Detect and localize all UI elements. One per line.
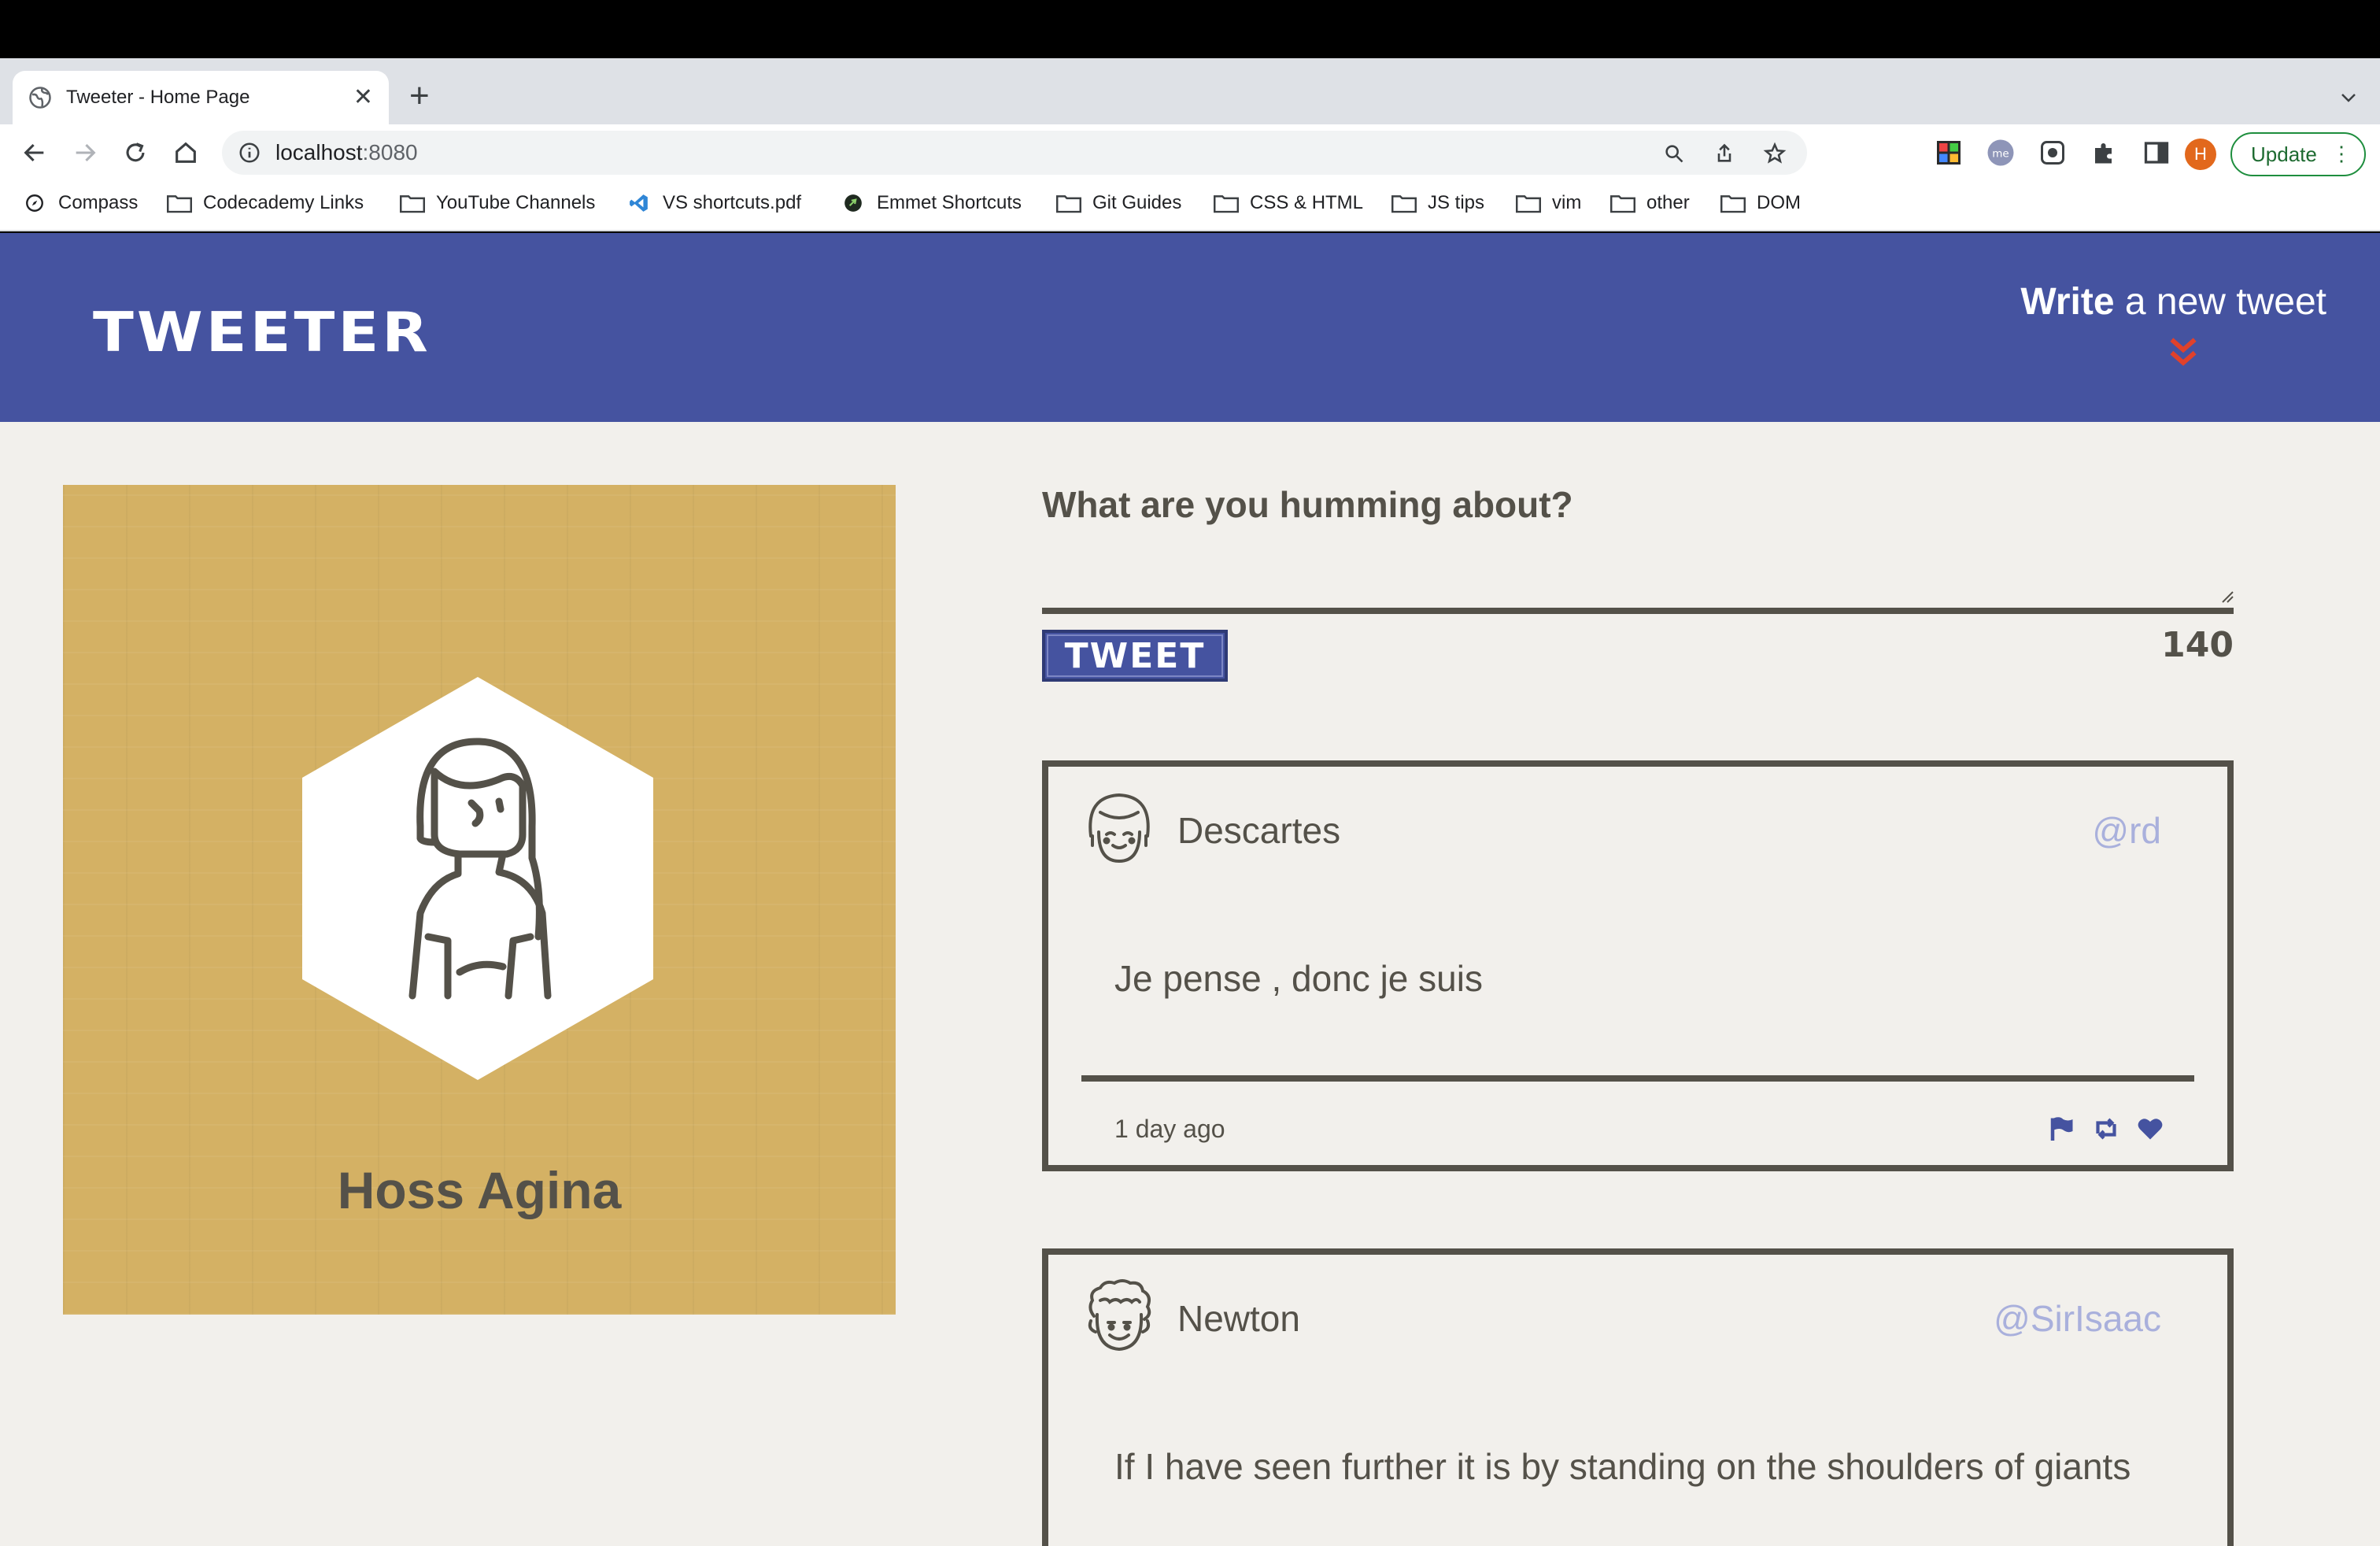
bookmark-star-icon[interactable]: [1761, 140, 1788, 167]
folder-icon: [1056, 195, 1081, 213]
update-label: Update: [2251, 142, 2317, 166]
folder-icon: [1391, 195, 1417, 213]
page-body: TWEETER Write a new tweet Hoss Agina Wha…: [0, 233, 2380, 1546]
folder-icon: [1516, 195, 1541, 213]
folder-icon: [1610, 195, 1635, 213]
side-panel-icon[interactable]: [2142, 139, 2171, 167]
reload-icon[interactable]: [120, 137, 151, 168]
tweet-text: If I have seen further it is by standing…: [1114, 1446, 2131, 1487]
site-header: TWEETER Write a new tweet: [0, 233, 2380, 422]
bookmark-folder-youtube[interactable]: YouTube Channels: [400, 192, 595, 214]
char-counter: 140: [2161, 625, 2234, 665]
extension-me-icon[interactable]: me: [1986, 139, 2015, 167]
bookmarks-bar: Compass Codecademy Links YouTube Channel…: [0, 181, 2380, 231]
close-tab-icon[interactable]: ✕: [353, 86, 373, 109]
bookmark-emmet[interactable]: Emmet Shortcuts: [841, 192, 1022, 214]
descartes-avatar-icon: [1088, 793, 1150, 864]
forward-icon[interactable]: [69, 137, 101, 168]
chevron-down-icon[interactable]: [2339, 88, 2358, 107]
tweet-button[interactable]: TWEET: [1042, 630, 1228, 682]
write-rest: a new tweet: [2114, 281, 2326, 323]
double-chevron-down-icon[interactable]: [2166, 335, 2201, 370]
bookmark-folder-vim[interactable]: vim: [1516, 192, 1581, 214]
profile-card: Hoss Agina: [63, 485, 896, 1315]
tweet-timestamp: 1 day ago: [1114, 1115, 1225, 1143]
write-new-tweet-link[interactable]: Write a new tweet: [2020, 280, 2326, 324]
share-icon[interactable]: [1711, 140, 1738, 167]
tweet-author-name: Descartes: [1177, 810, 1341, 851]
resize-handle-icon[interactable]: [2219, 589, 2234, 603]
tweet-textarea[interactable]: [1042, 548, 2234, 614]
bookmark-folder-js-tips[interactable]: JS tips: [1391, 192, 1484, 214]
extensions-puzzle-icon[interactable]: [2090, 139, 2119, 167]
bookmark-folder-codecademy[interactable]: Codecademy Links: [167, 192, 364, 214]
globe-icon: [29, 87, 51, 109]
new-tab-icon[interactable]: +: [409, 79, 430, 113]
extensions-area: me: [1935, 139, 2171, 167]
home-icon[interactable]: [170, 137, 201, 168]
folder-icon: [1214, 195, 1239, 213]
bookmark-folder-other[interactable]: other: [1610, 192, 1690, 214]
bookmark-vs-shortcuts[interactable]: VS shortcuts.pdf: [626, 192, 801, 214]
extension-gear-icon[interactable]: [2038, 139, 2067, 167]
tweet-actions: [2048, 1115, 2164, 1143]
extension-colorful-icon[interactable]: [1935, 139, 1963, 167]
svg-text:me: me: [1992, 147, 2009, 160]
profile-name: Hoss Agina: [337, 1161, 622, 1219]
retweet-icon[interactable]: [2092, 1115, 2120, 1143]
screen-top-bar: [0, 0, 2380, 58]
emmet-icon: [844, 194, 862, 212]
profile-avatar-hexagon: [302, 677, 653, 1080]
vscode-icon: [630, 194, 648, 212]
info-icon[interactable]: [238, 141, 261, 165]
folder-icon: [1720, 195, 1746, 213]
zoom-search-icon[interactable]: [1661, 140, 1687, 167]
bookmark-folder-dom[interactable]: DOM: [1720, 192, 1801, 214]
more-menu-icon[interactable]: ⋮: [2331, 143, 2352, 164]
tweet-card: Newton @SirIsaac If I have seen further …: [1042, 1248, 2234, 1546]
update-button[interactable]: Update ⋮: [2230, 132, 2366, 176]
tweet-divider: [1081, 1075, 2194, 1082]
tweet-card: Descartes @rd Je pense , donc je suis 1 …: [1042, 760, 2234, 1171]
newton-avatar-icon: [1088, 1279, 1151, 1352]
tweet-author-handle: @rd: [2092, 810, 2161, 851]
profile-avatar[interactable]: H: [2185, 139, 2216, 170]
folder-icon: [167, 195, 192, 213]
bookmark-item-compass[interactable]: Compass: [22, 192, 138, 214]
heart-icon[interactable]: [2136, 1115, 2164, 1143]
flag-icon[interactable]: [2048, 1115, 2076, 1143]
site-logo[interactable]: TWEETER: [93, 305, 431, 360]
url-text: localhost:8080: [275, 140, 418, 165]
tweet-author-handle: @SirIsaac: [1994, 1298, 2161, 1339]
address-bar[interactable]: localhost:8080: [222, 131, 1807, 175]
compose-label: What are you humming about?: [1042, 484, 1573, 525]
compass-icon: [26, 194, 43, 212]
tweet-author-name: Newton: [1177, 1298, 1300, 1339]
tab-title: Tweeter - Home Page: [66, 87, 250, 108]
bookmark-folder-git[interactable]: Git Guides: [1056, 192, 1181, 214]
back-icon[interactable]: [19, 137, 50, 168]
bookmark-folder-css-html[interactable]: CSS & HTML: [1214, 192, 1363, 214]
tweet-text: Je pense , donc je suis: [1114, 958, 1483, 999]
browser-tab-active[interactable]: Tweeter - Home Page ✕: [13, 71, 389, 124]
write-bold: Write: [2020, 281, 2115, 323]
folder-icon: [400, 195, 425, 213]
tab-strip: Tweeter - Home Page ✕ +: [0, 58, 2380, 124]
